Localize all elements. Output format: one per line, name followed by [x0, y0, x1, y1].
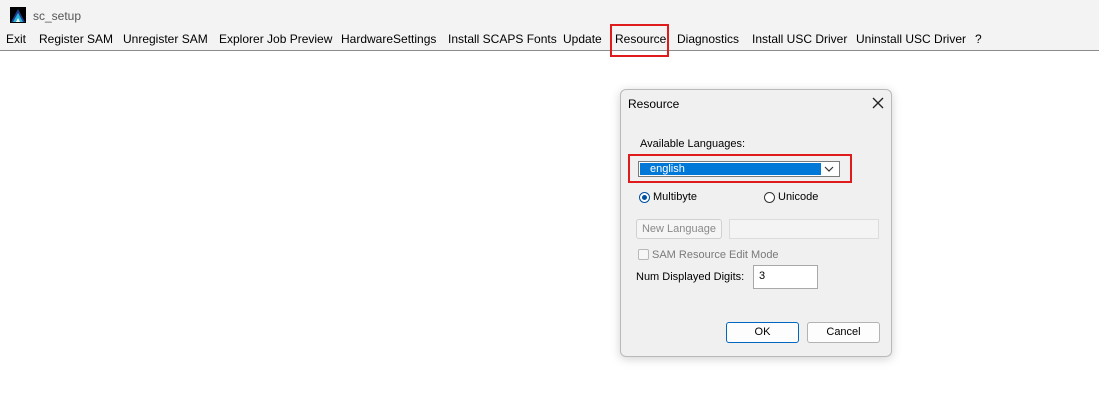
- unicode-radio[interactable]: [764, 192, 775, 203]
- menu-item-hardware-settings[interactable]: HardwareSettings: [341, 32, 436, 46]
- menu-bar: Exit Register SAM Unregister SAM Explore…: [0, 30, 1099, 51]
- menu-item-unregister-sam[interactable]: Unregister SAM: [123, 32, 208, 46]
- menu-item-diagnostics[interactable]: Diagnostics: [677, 32, 739, 46]
- title-bar: sc_setup: [0, 0, 1099, 30]
- cancel-button[interactable]: Cancel: [807, 322, 880, 343]
- menu-item-uninstall-usc-driver[interactable]: Uninstall USC Driver: [856, 32, 966, 46]
- menu-item-install-usc-driver[interactable]: Install USC Driver: [752, 32, 847, 46]
- num-digits-input[interactable]: 3: [753, 265, 818, 289]
- menu-item-register-sam[interactable]: Register SAM: [39, 32, 113, 46]
- mountain-app-icon: [10, 7, 26, 23]
- menu-item-help[interactable]: ?: [975, 32, 982, 46]
- new-language-button[interactable]: New Language: [636, 219, 722, 239]
- multibyte-radio[interactable]: [639, 192, 650, 203]
- language-dropdown-highlight: [628, 154, 852, 183]
- menu-item-exit[interactable]: Exit: [6, 32, 26, 46]
- unicode-label: Unicode: [778, 191, 819, 203]
- available-languages-label: Available Languages:: [640, 138, 745, 150]
- num-digits-label: Num Displayed Digits:: [636, 271, 745, 283]
- resource-dialog: Resource Available Languages: english Mu…: [620, 89, 892, 357]
- menu-item-update[interactable]: Update: [563, 32, 602, 46]
- sam-edit-mode-checkbox[interactable]: [638, 249, 649, 260]
- resource-menu-highlight: [610, 24, 669, 57]
- menu-item-install-scaps-fonts[interactable]: Install SCAPS Fonts: [448, 32, 557, 46]
- window-title: sc_setup: [33, 9, 82, 23]
- menu-item-explorer-job-preview[interactable]: Explorer Job Preview: [219, 32, 332, 46]
- ok-button[interactable]: OK: [726, 322, 799, 343]
- close-icon[interactable]: [871, 96, 885, 110]
- new-language-field[interactable]: [729, 219, 879, 239]
- dialog-title: Resource: [628, 97, 680, 111]
- sam-edit-mode-label: SAM Resource Edit Mode: [652, 249, 779, 261]
- multibyte-label: Multibyte: [653, 191, 698, 203]
